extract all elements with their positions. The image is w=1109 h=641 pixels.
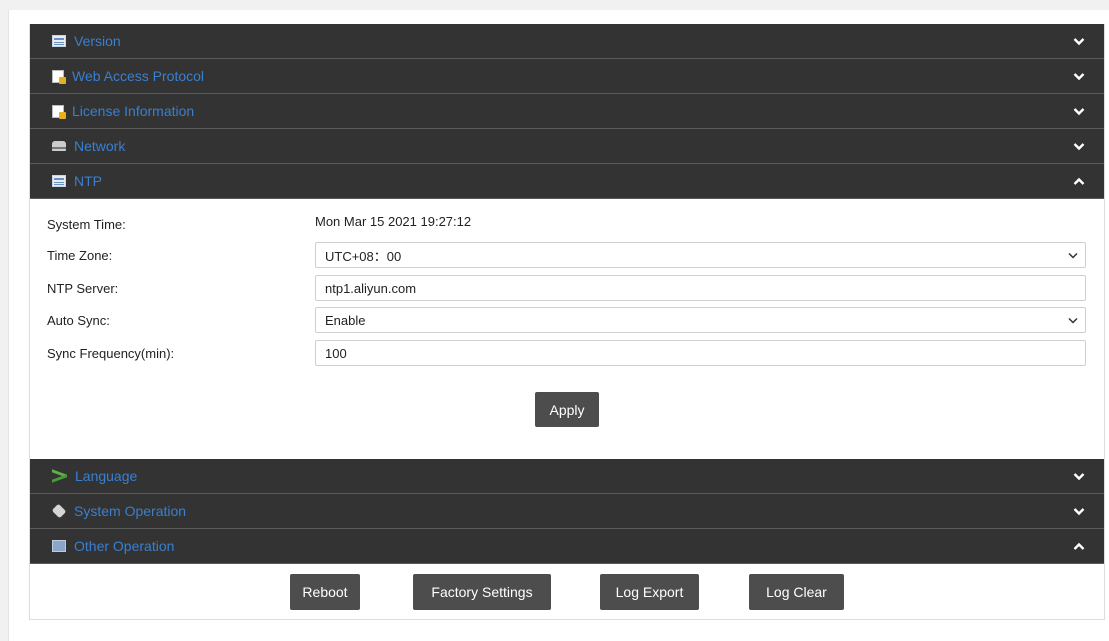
chevron-up-icon[interactable] xyxy=(1072,174,1086,188)
document-icon xyxy=(52,69,66,84)
chevron-down-icon[interactable] xyxy=(1072,504,1086,518)
auto-sync-label: Auto Sync: xyxy=(47,312,110,328)
time-zone-row: Time Zone: UTC+08：00 xyxy=(47,242,1086,268)
sync-frequency-row: Sync Frequency(min): 100 xyxy=(47,340,1086,366)
section-header-license-information[interactable]: License Information xyxy=(30,94,1104,129)
section-title-network: Network xyxy=(74,138,126,154)
section-header-system-operation[interactable]: System Operation xyxy=(30,494,1104,529)
section-title-other-operation: Other Operation xyxy=(74,538,175,554)
section-header-other-operation[interactable]: Other Operation xyxy=(30,529,1104,564)
apply-button[interactable]: Apply xyxy=(535,392,599,427)
chevron-down-icon[interactable] xyxy=(1072,104,1086,118)
section-title-web-access-protocol: Web Access Protocol xyxy=(72,68,205,84)
section-title-system-operation: System Operation xyxy=(74,503,187,519)
sync-frequency-value: 100 xyxy=(325,345,347,361)
cube-icon xyxy=(51,503,67,519)
log-clear-button[interactable]: Log Clear xyxy=(749,574,844,610)
table-icon xyxy=(52,175,66,187)
log-export-button[interactable]: Log Export xyxy=(600,574,699,610)
system-time-value: Mon Mar 15 2021 19:27:12 xyxy=(315,213,472,229)
section-title-ntp: NTP xyxy=(74,173,102,189)
auto-sync-value: Enable xyxy=(325,312,366,328)
ntp-server-value: ntp1.aliyun.com xyxy=(325,280,417,296)
other-operation-body: Reboot Factory Settings Log Export Log C… xyxy=(30,564,1104,619)
chevron-down-icon[interactable] xyxy=(1072,34,1086,48)
section-header-network[interactable]: Network xyxy=(30,129,1104,164)
chevron-down-icon xyxy=(1067,249,1079,261)
system-time-row: System Time: Mon Mar 15 2021 19:27:12 xyxy=(47,211,1086,237)
chevron-down-icon xyxy=(1067,314,1079,326)
reboot-button[interactable]: Reboot xyxy=(290,574,360,610)
chevron-down-icon[interactable] xyxy=(1072,139,1086,153)
monitor-icon xyxy=(52,540,66,552)
document-icon xyxy=(52,104,66,119)
sync-frequency-label: Sync Frequency(min): xyxy=(47,345,175,361)
sync-frequency-input[interactable]: 100 xyxy=(315,340,1086,366)
table-icon xyxy=(52,35,66,47)
ntp-section-body: System Time: Mon Mar 15 2021 19:27:12 Ti… xyxy=(30,199,1104,459)
time-zone-value: UTC+08：00 xyxy=(325,248,402,264)
section-header-ntp[interactable]: NTP xyxy=(30,164,1104,199)
chevron-up-icon[interactable] xyxy=(1072,539,1086,553)
language-icon xyxy=(52,471,67,481)
factory-settings-button[interactable]: Factory Settings xyxy=(413,574,551,610)
section-title-version: Version xyxy=(74,33,121,49)
ntp-server-row: NTP Server: ntp1.aliyun.com xyxy=(47,275,1086,301)
time-zone-label: Time Zone: xyxy=(47,247,113,263)
chevron-down-icon[interactable] xyxy=(1072,69,1086,83)
chevron-down-icon[interactable] xyxy=(1072,469,1086,483)
section-title-license-information: License Information xyxy=(72,103,195,119)
settings-panel: Version Web Access Protocol License Info… xyxy=(29,24,1105,620)
section-header-version[interactable]: Version xyxy=(30,24,1104,59)
ntp-server-label: NTP Server: xyxy=(47,280,119,296)
section-header-web-access-protocol[interactable]: Web Access Protocol xyxy=(30,59,1104,94)
auto-sync-select[interactable]: Enable xyxy=(315,307,1086,333)
auto-sync-row: Auto Sync: Enable xyxy=(47,307,1086,333)
time-zone-select[interactable]: UTC+08：00 xyxy=(315,242,1086,268)
ntp-server-input[interactable]: ntp1.aliyun.com xyxy=(315,275,1086,301)
section-title-language: Language xyxy=(75,468,138,484)
network-icon xyxy=(52,141,66,151)
section-header-language[interactable]: Language xyxy=(30,459,1104,494)
system-time-label: System Time: xyxy=(47,216,126,232)
